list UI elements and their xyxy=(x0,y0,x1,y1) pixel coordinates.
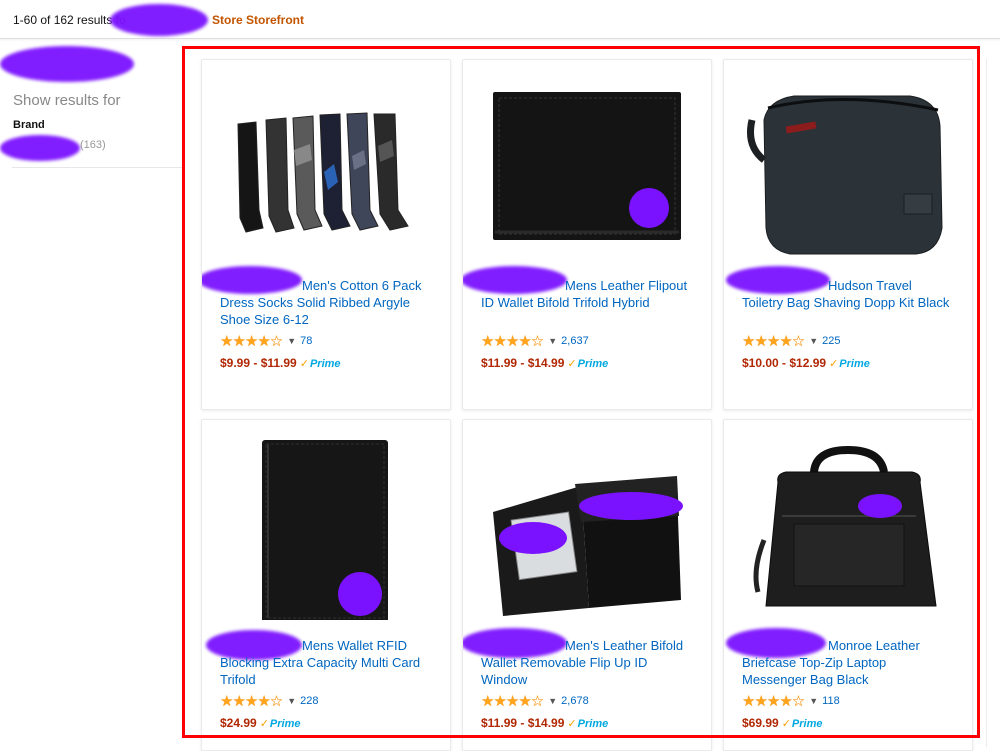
next-column-edge xyxy=(986,59,1000,747)
redaction-scribble xyxy=(0,135,80,161)
sidebar-divider xyxy=(12,167,184,168)
redaction-scribble xyxy=(110,4,208,36)
sidebar: Show results for Brand (163) xyxy=(0,40,185,747)
brand-filter-count[interactable]: (163) xyxy=(80,139,106,151)
results-count: 1-60 of 162 results fo xyxy=(13,13,126,27)
show-results-heading: Show results for xyxy=(13,92,121,109)
brand-filter-heading: Brand xyxy=(13,119,45,131)
redaction-scribble xyxy=(0,46,134,82)
store-storefront-link[interactable]: Store Storefront xyxy=(212,13,304,27)
highlight-frame xyxy=(182,46,980,738)
results-bar: 1-60 of 162 results fo Store Storefront xyxy=(0,0,1000,39)
